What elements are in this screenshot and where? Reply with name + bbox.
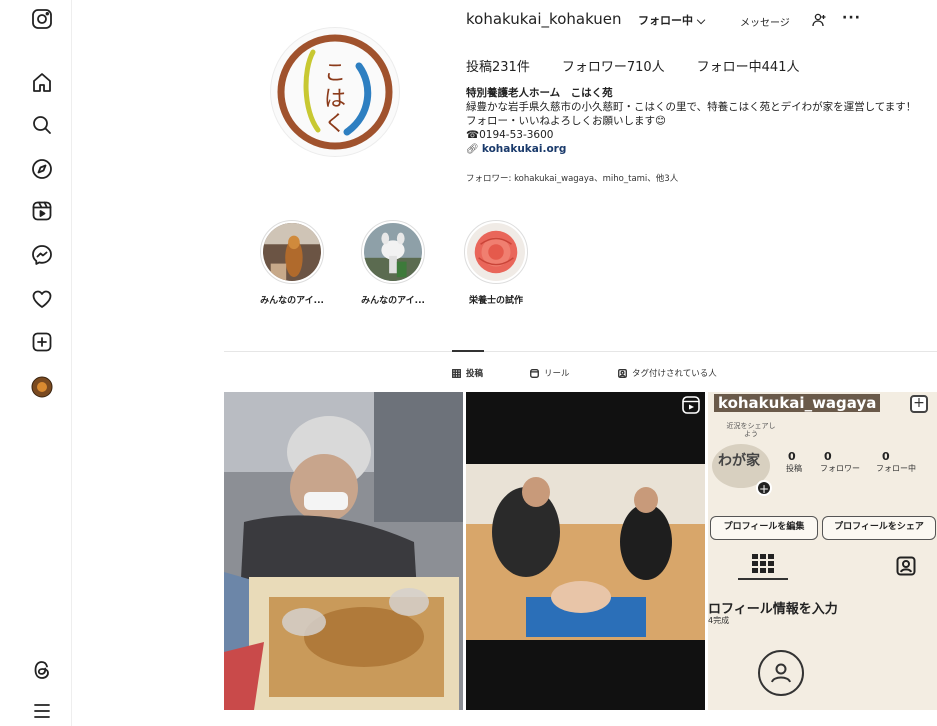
following-button[interactable]: フォロー中 ⌵ bbox=[638, 12, 705, 28]
tagged-icon bbox=[618, 368, 627, 378]
instagram-icon[interactable] bbox=[29, 6, 55, 32]
embedded-active-tab-bar bbox=[738, 578, 788, 580]
embedded-create-icon: + bbox=[910, 395, 928, 413]
highlight-cover bbox=[260, 220, 324, 284]
tab-reels-label: リール bbox=[544, 369, 570, 379]
home-icon[interactable] bbox=[29, 70, 55, 96]
bio-name: 特別養護老人ホーム こはく苑 bbox=[466, 87, 613, 99]
sidebar bbox=[0, 0, 72, 726]
tabs-divider bbox=[224, 351, 937, 352]
embedded-user-circle-icon bbox=[758, 650, 804, 696]
highlight-cover bbox=[361, 220, 425, 284]
bio-link-row[interactable]: 🔗︎ kohakukai.org bbox=[466, 142, 936, 157]
tab-tagged[interactable]: タグ付けされている人 bbox=[618, 367, 717, 379]
message-button[interactable]: メッセージ bbox=[740, 14, 790, 29]
followed-by[interactable]: フォロワー: kohakukai_wagaya、miho_tami、他3人 bbox=[466, 172, 678, 184]
highlight-item[interactable]: 栄養士の試作 bbox=[436, 220, 556, 306]
threads-icon[interactable] bbox=[29, 657, 55, 683]
embedded-tagged-icon bbox=[896, 556, 916, 576]
grid-icon bbox=[452, 368, 461, 378]
posts-count[interactable]: 投稿231件 bbox=[466, 56, 530, 75]
embedded-stat-label: フォロワー bbox=[820, 464, 860, 473]
profile-bio: 特別養護老人ホーム こはく苑 緑豊かな岩手県久慈市の小久慈町・こはくの里で、特養… bbox=[466, 86, 936, 157]
profile-icon[interactable] bbox=[29, 374, 55, 400]
tab-tagged-label: タグ付けされている人 bbox=[632, 369, 717, 379]
post-image-food-prep bbox=[224, 392, 463, 710]
highlight-label: みんなのアイ... bbox=[361, 296, 425, 306]
explore-icon[interactable] bbox=[29, 156, 55, 182]
post-thumbnail[interactable] bbox=[224, 392, 463, 710]
post-image-cpr-training bbox=[466, 392, 705, 710]
highlight-item[interactable]: みんなのアイ... bbox=[333, 220, 453, 306]
reels-icon bbox=[530, 368, 539, 378]
embedded-edit-profile-button: プロフィールを編集 bbox=[710, 516, 818, 540]
create-icon[interactable] bbox=[29, 329, 55, 355]
post-thumbnail-reel[interactable] bbox=[466, 392, 705, 710]
messenger-icon[interactable] bbox=[29, 242, 55, 268]
profile-avatar[interactable]: こ は く bbox=[270, 27, 400, 157]
bio-line1: 緑豊かな岩手県久慈市の小久慈町・こはくの里で、特養こはく苑とデイわが家を運営して… bbox=[466, 101, 917, 113]
embedded-add-badge-icon: + bbox=[756, 480, 772, 496]
following-count[interactable]: フォロー中441人 bbox=[697, 56, 800, 75]
embedded-stat-num: 0 bbox=[882, 450, 890, 463]
add-user-icon[interactable] bbox=[811, 12, 827, 28]
bio-line2: フォロー・いいねよろしくお願いします😊 bbox=[466, 115, 666, 127]
search-icon[interactable] bbox=[29, 112, 55, 138]
embedded-username: kohakukai_wagaya bbox=[714, 394, 881, 412]
embedded-stat-num: 0 bbox=[824, 450, 832, 463]
avatar-text-ha: は bbox=[324, 87, 346, 112]
embedded-avatar-text: わが家 bbox=[718, 453, 760, 469]
following-button-label: フォロー中 bbox=[638, 14, 693, 27]
avatar-text-ko: こ bbox=[324, 61, 346, 86]
tab-posts[interactable]: 投稿 bbox=[452, 367, 483, 379]
embedded-share-hint: 近況をシェアしよう bbox=[726, 422, 776, 438]
link-icon: 🔗︎ bbox=[466, 144, 482, 155]
profile-username: kohakukai_kohakuen bbox=[466, 10, 622, 28]
highlight-label: 栄養士の試作 bbox=[468, 296, 523, 306]
embedded-stat-num: 0 bbox=[788, 450, 796, 463]
reels-icon[interactable] bbox=[29, 198, 55, 224]
tab-reels[interactable]: リール bbox=[530, 367, 570, 379]
avatar-text-ku: く bbox=[324, 112, 346, 137]
embedded-stat-label: 投稿 bbox=[786, 464, 802, 473]
bio-phone: ☎0194-53-3600 bbox=[466, 129, 554, 141]
embedded-share-profile-button: プロフィールをシェア bbox=[822, 516, 936, 540]
profile-stats: 投稿231件 フォロワー710人 フォロー中441人 bbox=[466, 56, 799, 75]
embedded-progress: 4完成 bbox=[708, 616, 730, 625]
post-thumbnail[interactable]: kohakukai_wagaya + 近況をシェアしよう わが家 + 0 投稿 … bbox=[708, 392, 937, 710]
highlight-cover bbox=[464, 220, 528, 284]
bio-link[interactable]: kohakukai.org bbox=[482, 143, 567, 155]
menu-icon[interactable] bbox=[29, 698, 55, 724]
chevron-down-icon: ⌵ bbox=[696, 14, 706, 27]
notifications-icon[interactable] bbox=[29, 286, 55, 312]
tab-posts-label: 投稿 bbox=[466, 369, 484, 379]
embedded-stat-label: フォロー中 bbox=[876, 464, 916, 473]
followers-count[interactable]: フォロワー710人 bbox=[562, 56, 665, 75]
active-tab-indicator bbox=[452, 350, 484, 352]
embedded-grid-icon bbox=[752, 554, 774, 573]
reel-indicator-icon bbox=[682, 396, 700, 414]
more-options-icon[interactable]: ··· bbox=[842, 10, 861, 26]
